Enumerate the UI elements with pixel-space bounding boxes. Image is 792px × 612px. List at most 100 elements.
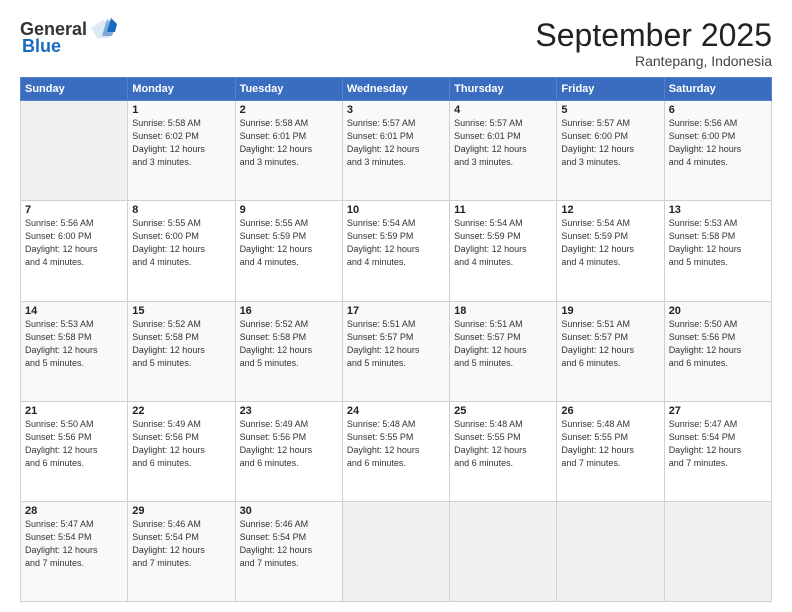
day-number: 19 (561, 305, 659, 317)
day-number: 21 (25, 405, 123, 417)
logo-blue: Blue (22, 36, 61, 57)
day-detail: Sunrise: 5:46 AM Sunset: 5:54 PM Dayligh… (240, 518, 338, 570)
calendar-cell: 18Sunrise: 5:51 AM Sunset: 5:57 PM Dayli… (450, 301, 557, 401)
calendar-cell: 9Sunrise: 5:55 AM Sunset: 5:59 PM Daylig… (235, 201, 342, 301)
day-detail: Sunrise: 5:55 AM Sunset: 6:00 PM Dayligh… (132, 217, 230, 269)
day-detail: Sunrise: 5:53 AM Sunset: 5:58 PM Dayligh… (669, 217, 767, 269)
calendar-cell: 26Sunrise: 5:48 AM Sunset: 5:55 PM Dayli… (557, 401, 664, 501)
day-number: 14 (25, 305, 123, 317)
day-number: 23 (240, 405, 338, 417)
week-row-3: 14Sunrise: 5:53 AM Sunset: 5:58 PM Dayli… (21, 301, 772, 401)
calendar-cell (557, 501, 664, 601)
calendar-cell: 7Sunrise: 5:56 AM Sunset: 6:00 PM Daylig… (21, 201, 128, 301)
calendar-cell: 3Sunrise: 5:57 AM Sunset: 6:01 PM Daylig… (342, 101, 449, 201)
day-number: 15 (132, 305, 230, 317)
calendar-cell: 23Sunrise: 5:49 AM Sunset: 5:56 PM Dayli… (235, 401, 342, 501)
day-detail: Sunrise: 5:56 AM Sunset: 6:00 PM Dayligh… (25, 217, 123, 269)
day-detail: Sunrise: 5:52 AM Sunset: 5:58 PM Dayligh… (240, 318, 338, 370)
calendar-cell: 1Sunrise: 5:58 AM Sunset: 6:02 PM Daylig… (128, 101, 235, 201)
day-detail: Sunrise: 5:53 AM Sunset: 5:58 PM Dayligh… (25, 318, 123, 370)
calendar-cell: 29Sunrise: 5:46 AM Sunset: 5:54 PM Dayli… (128, 501, 235, 601)
day-number: 17 (347, 305, 445, 317)
day-detail: Sunrise: 5:52 AM Sunset: 5:58 PM Dayligh… (132, 318, 230, 370)
col-header-monday: Monday (128, 78, 235, 101)
day-detail: Sunrise: 5:54 AM Sunset: 5:59 PM Dayligh… (561, 217, 659, 269)
day-detail: Sunrise: 5:58 AM Sunset: 6:01 PM Dayligh… (240, 117, 338, 169)
col-header-saturday: Saturday (664, 78, 771, 101)
day-number: 7 (25, 204, 123, 216)
day-number: 8 (132, 204, 230, 216)
calendar-cell (21, 101, 128, 201)
calendar-cell (342, 501, 449, 601)
day-number: 1 (132, 104, 230, 116)
day-number: 4 (454, 104, 552, 116)
day-number: 2 (240, 104, 338, 116)
day-number: 18 (454, 305, 552, 317)
logo: General Blue (20, 18, 117, 57)
day-detail: Sunrise: 5:51 AM Sunset: 5:57 PM Dayligh… (347, 318, 445, 370)
day-detail: Sunrise: 5:48 AM Sunset: 5:55 PM Dayligh… (347, 418, 445, 470)
day-number: 5 (561, 104, 659, 116)
day-number: 6 (669, 104, 767, 116)
calendar-header-row: SundayMondayTuesdayWednesdayThursdayFrid… (21, 78, 772, 101)
day-number: 10 (347, 204, 445, 216)
week-row-4: 21Sunrise: 5:50 AM Sunset: 5:56 PM Dayli… (21, 401, 772, 501)
day-detail: Sunrise: 5:46 AM Sunset: 5:54 PM Dayligh… (132, 518, 230, 570)
calendar-cell: 4Sunrise: 5:57 AM Sunset: 6:01 PM Daylig… (450, 101, 557, 201)
day-number: 25 (454, 405, 552, 417)
day-number: 27 (669, 405, 767, 417)
day-detail: Sunrise: 5:57 AM Sunset: 6:00 PM Dayligh… (561, 117, 659, 169)
header: General Blue September 2025 Rantepang, I… (20, 18, 772, 69)
calendar-cell: 25Sunrise: 5:48 AM Sunset: 5:55 PM Dayli… (450, 401, 557, 501)
subtitle: Rantepang, Indonesia (535, 53, 772, 69)
calendar-cell: 16Sunrise: 5:52 AM Sunset: 5:58 PM Dayli… (235, 301, 342, 401)
week-row-2: 7Sunrise: 5:56 AM Sunset: 6:00 PM Daylig… (21, 201, 772, 301)
calendar-cell: 5Sunrise: 5:57 AM Sunset: 6:00 PM Daylig… (557, 101, 664, 201)
calendar-cell: 6Sunrise: 5:56 AM Sunset: 6:00 PM Daylig… (664, 101, 771, 201)
day-number: 13 (669, 204, 767, 216)
day-detail: Sunrise: 5:49 AM Sunset: 5:56 PM Dayligh… (240, 418, 338, 470)
day-detail: Sunrise: 5:50 AM Sunset: 5:56 PM Dayligh… (669, 318, 767, 370)
day-detail: Sunrise: 5:55 AM Sunset: 5:59 PM Dayligh… (240, 217, 338, 269)
day-detail: Sunrise: 5:54 AM Sunset: 5:59 PM Dayligh… (347, 217, 445, 269)
calendar-cell: 24Sunrise: 5:48 AM Sunset: 5:55 PM Dayli… (342, 401, 449, 501)
day-detail: Sunrise: 5:48 AM Sunset: 5:55 PM Dayligh… (454, 418, 552, 470)
day-detail: Sunrise: 5:57 AM Sunset: 6:01 PM Dayligh… (454, 117, 552, 169)
day-number: 9 (240, 204, 338, 216)
calendar-cell: 13Sunrise: 5:53 AM Sunset: 5:58 PM Dayli… (664, 201, 771, 301)
title-block: September 2025 Rantepang, Indonesia (535, 18, 772, 69)
calendar-cell: 15Sunrise: 5:52 AM Sunset: 5:58 PM Dayli… (128, 301, 235, 401)
day-number: 20 (669, 305, 767, 317)
calendar-cell: 2Sunrise: 5:58 AM Sunset: 6:01 PM Daylig… (235, 101, 342, 201)
calendar-cell: 21Sunrise: 5:50 AM Sunset: 5:56 PM Dayli… (21, 401, 128, 501)
calendar-cell: 27Sunrise: 5:47 AM Sunset: 5:54 PM Dayli… (664, 401, 771, 501)
calendar-cell: 10Sunrise: 5:54 AM Sunset: 5:59 PM Dayli… (342, 201, 449, 301)
col-header-thursday: Thursday (450, 78, 557, 101)
col-header-friday: Friday (557, 78, 664, 101)
day-detail: Sunrise: 5:51 AM Sunset: 5:57 PM Dayligh… (454, 318, 552, 370)
day-number: 26 (561, 405, 659, 417)
day-detail: Sunrise: 5:49 AM Sunset: 5:56 PM Dayligh… (132, 418, 230, 470)
day-detail: Sunrise: 5:51 AM Sunset: 5:57 PM Dayligh… (561, 318, 659, 370)
logo-icon (89, 18, 117, 40)
calendar-cell (450, 501, 557, 601)
calendar-cell: 28Sunrise: 5:47 AM Sunset: 5:54 PM Dayli… (21, 501, 128, 601)
day-detail: Sunrise: 5:58 AM Sunset: 6:02 PM Dayligh… (132, 117, 230, 169)
calendar-cell: 12Sunrise: 5:54 AM Sunset: 5:59 PM Dayli… (557, 201, 664, 301)
week-row-1: 1Sunrise: 5:58 AM Sunset: 6:02 PM Daylig… (21, 101, 772, 201)
calendar-cell: 14Sunrise: 5:53 AM Sunset: 5:58 PM Dayli… (21, 301, 128, 401)
col-header-wednesday: Wednesday (342, 78, 449, 101)
week-row-5: 28Sunrise: 5:47 AM Sunset: 5:54 PM Dayli… (21, 501, 772, 601)
day-number: 11 (454, 204, 552, 216)
day-detail: Sunrise: 5:48 AM Sunset: 5:55 PM Dayligh… (561, 418, 659, 470)
calendar-cell: 19Sunrise: 5:51 AM Sunset: 5:57 PM Dayli… (557, 301, 664, 401)
day-number: 12 (561, 204, 659, 216)
page: General Blue September 2025 Rantepang, I… (0, 0, 792, 612)
day-number: 3 (347, 104, 445, 116)
day-number: 24 (347, 405, 445, 417)
calendar-cell: 17Sunrise: 5:51 AM Sunset: 5:57 PM Dayli… (342, 301, 449, 401)
day-number: 30 (240, 505, 338, 517)
day-number: 22 (132, 405, 230, 417)
col-header-sunday: Sunday (21, 78, 128, 101)
calendar-cell: 30Sunrise: 5:46 AM Sunset: 5:54 PM Dayli… (235, 501, 342, 601)
